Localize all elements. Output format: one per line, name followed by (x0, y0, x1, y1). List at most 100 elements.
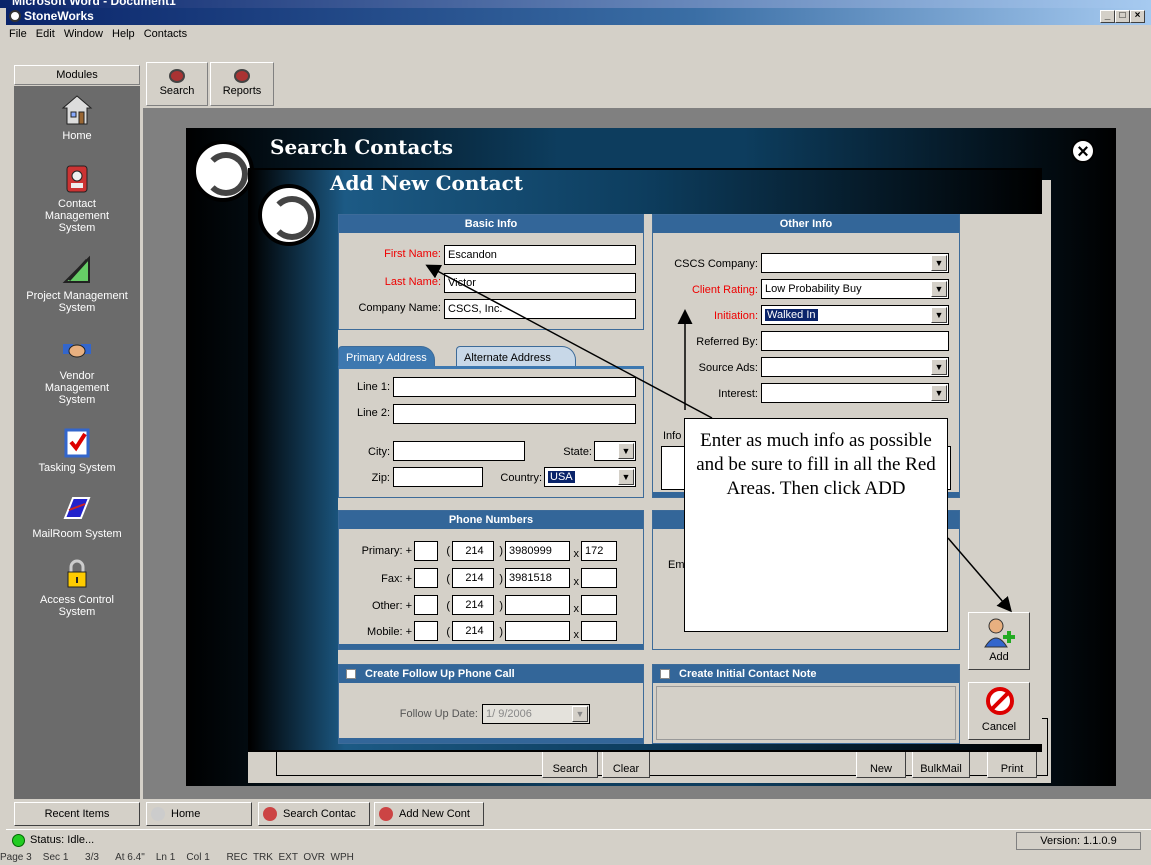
add-button[interactable]: Add (968, 612, 1030, 670)
country-select[interactable]: USA ▼ (544, 467, 636, 487)
sidebar-item-label: MailRoom System (32, 528, 122, 540)
follow-up-date-picker[interactable]: 1/ 9/2006 ▼ (482, 704, 590, 724)
recent-add-contact-button[interactable]: Add New Cont (374, 802, 484, 826)
sidebar-item-label: Project Management System (26, 290, 128, 314)
initiation-value: Walked In (765, 309, 818, 321)
primary-number-field[interactable]: 3980999 (505, 541, 570, 561)
fax-country-code-field[interactable] (414, 568, 438, 588)
referred-by-field[interactable] (761, 331, 949, 351)
paren-open: ( (446, 545, 450, 557)
line1-field[interactable] (393, 377, 636, 397)
maximize-button[interactable]: □ (1115, 10, 1130, 23)
line1-label: Line 1: (356, 381, 390, 393)
contacts-icon (66, 165, 88, 193)
recent-home-button[interactable]: Home (146, 802, 252, 826)
sidebar-item-tasking[interactable]: Tasking System (14, 426, 140, 474)
close-button[interactable]: × (1130, 10, 1145, 23)
sidebar-item-vendor-management[interactable]: Vendor Management System (14, 334, 140, 406)
mobile-country-code-field[interactable] (414, 621, 438, 641)
new-button[interactable]: New (856, 748, 906, 778)
mobile-area-field[interactable]: 214 (452, 621, 494, 641)
cscs-company-select[interactable]: ▼ (761, 253, 949, 273)
primary-country-code-field[interactable] (414, 541, 438, 561)
toolbar-search-button[interactable]: Search (146, 62, 208, 106)
recent-search-contacts-button[interactable]: Search Contac (258, 802, 370, 826)
bulkmail-button[interactable]: BulkMail (912, 748, 970, 778)
mobile-ext-field[interactable] (581, 621, 617, 641)
search-contacts-title: Search Contacts (270, 135, 454, 159)
zip-field[interactable] (393, 467, 483, 487)
menu-window[interactable]: Window (64, 28, 103, 40)
line2-field[interactable] (393, 404, 636, 424)
first-name-field[interactable]: Escandon (444, 245, 636, 265)
country-value: USA (548, 471, 575, 483)
chevron-down-icon: ▼ (931, 359, 947, 375)
recent-search-label: Search Contac (283, 808, 356, 820)
sidebar-item-contact-management[interactable]: Contact Management System (14, 162, 140, 234)
search-button[interactable]: Search (542, 748, 598, 778)
fax-area-field[interactable]: 214 (452, 568, 494, 588)
sidebar-item-home[interactable]: Home (14, 94, 140, 142)
add-contact-title: Add New Contact (330, 171, 524, 195)
contacts-icon (379, 807, 393, 821)
primary-area-field[interactable]: 214 (452, 541, 494, 561)
house-icon (61, 95, 93, 125)
stoneworks-logo-icon (9, 10, 21, 22)
follow-up-date-value: 1/ 9/2006 (486, 708, 532, 720)
city-label: City: (368, 446, 390, 458)
primary-ext-field[interactable]: 172 (581, 541, 617, 561)
drafting-icon (62, 255, 90, 283)
contacts-icon (263, 807, 277, 821)
clear-button[interactable]: Clear (602, 748, 650, 778)
search-close-icon[interactable]: × (1071, 139, 1095, 163)
word-title: Microsoft Word - Document1 (12, 0, 176, 8)
state-select[interactable]: ▼ (594, 441, 636, 461)
toolbar-reports-button[interactable]: Reports (210, 62, 274, 106)
menu-help[interactable]: Help (112, 28, 135, 40)
source-ads-select[interactable]: ▼ (761, 357, 949, 377)
fax-ext-field[interactable] (581, 568, 617, 588)
print-button[interactable]: Print (987, 748, 1037, 778)
minimize-button[interactable]: _ (1100, 10, 1115, 23)
fax-number-field[interactable]: 3981518 (505, 568, 570, 588)
client-rating-select[interactable]: Low Probability Buy ▼ (761, 279, 949, 299)
chevron-down-icon: ▼ (931, 281, 947, 297)
client-rating-label: Client Rating: (691, 284, 758, 296)
interest-select[interactable]: ▼ (761, 383, 949, 403)
sidebar-item-access-control[interactable]: Access Control System (14, 558, 140, 618)
ext-x-label: x (573, 603, 580, 615)
menu-contacts[interactable]: Contacts (144, 28, 187, 40)
menu-edit[interactable]: Edit (36, 28, 55, 40)
other-area-field[interactable]: 214 (452, 595, 494, 615)
other-country-code-field[interactable] (414, 595, 438, 615)
modules-header: Modules (14, 65, 140, 85)
initiation-label: Initiation: (713, 310, 758, 322)
menu-file[interactable]: File (9, 28, 27, 40)
sidebar-item-project-management[interactable]: Project Management System (14, 254, 140, 314)
recent-home-label: Home (171, 808, 201, 820)
other-ext-field[interactable] (581, 595, 617, 615)
sidebar-item-mailroom[interactable]: MailRoom System (14, 492, 140, 540)
cancel-button[interactable]: Cancel (968, 682, 1030, 740)
last-name-label: Last Name: (384, 276, 441, 288)
tab-primary-address[interactable]: Primary Address (338, 346, 435, 368)
follow-up-checkbox[interactable] (346, 669, 356, 679)
city-field[interactable] (393, 441, 525, 461)
initiation-select[interactable]: Walked In ▼ (761, 305, 949, 325)
checklist-icon (64, 428, 90, 458)
first-name-label: First Name: (384, 248, 441, 260)
reports-icon (234, 69, 250, 83)
group-footer (339, 644, 643, 649)
tab-alternate-address[interactable]: Alternate Address (456, 346, 576, 368)
last-name-field[interactable]: Victor (444, 273, 636, 293)
ext-x-label: x (573, 629, 580, 641)
lock-icon (67, 559, 87, 588)
contact-note-checkbox[interactable] (660, 669, 670, 679)
company-name-field[interactable]: CSCS, Inc. (444, 299, 636, 319)
other-number-field[interactable] (505, 595, 570, 615)
word-title-bar: Microsoft Word - Document1 (0, 0, 1151, 8)
mail-icon (63, 497, 91, 519)
mobile-number-field[interactable] (505, 621, 570, 641)
contact-note-textarea[interactable] (656, 686, 956, 740)
other-info-header: Other Info (653, 215, 959, 233)
